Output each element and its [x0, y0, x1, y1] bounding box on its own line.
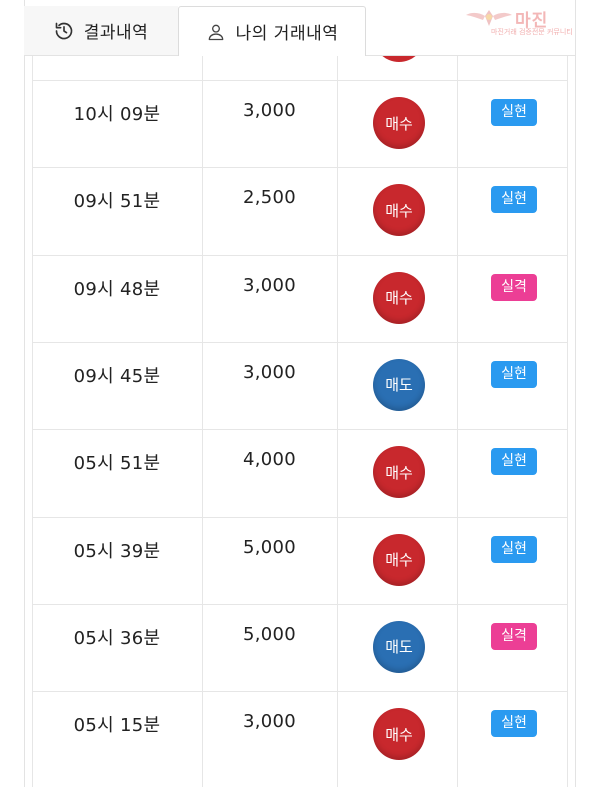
trade-amount: 3,000: [242, 100, 297, 121]
result-badge: 실현: [491, 99, 537, 126]
table-row: 10시 09분 3,000 매수 실현: [32, 80, 568, 167]
table-row: 05시 39분 5,000 매수 실현: [32, 516, 568, 604]
result-badge: 실현: [491, 710, 537, 738]
history-icon: [54, 21, 74, 41]
trade-amount: 4,000: [242, 449, 297, 471]
buy-side-badge: 매수: [373, 97, 425, 149]
buy-side-badge: 매수: [373, 446, 425, 499]
trade-time: 05시 36분: [73, 627, 161, 649]
trade-time: 09시 51분: [73, 191, 161, 213]
trade-time: 10시 09분: [73, 104, 161, 125]
sell-side-badge: 매도: [373, 620, 425, 673]
trade-amount: 3,000: [242, 274, 297, 296]
logo-subtitle: 마진거래 검증전문 커뮤니티: [491, 28, 573, 36]
user-icon: [206, 22, 226, 42]
result-badge: 실현: [491, 535, 537, 563]
buy-side-badge: 매수: [373, 533, 425, 586]
table-row: 09시 45분 3,000 매도 실현: [32, 341, 568, 429]
tab-my-trades-label: 나의 거래내역: [235, 24, 339, 44]
trade-time: 05시 15분: [73, 715, 161, 737]
side-circle: [373, 56, 425, 62]
table-row: 05시 51분 4,000 매수 실현: [32, 429, 568, 516]
trade-time: 09시 45분: [73, 365, 161, 387]
buy-side-badge: 매수: [373, 271, 425, 324]
table-row-partial: [32, 56, 568, 80]
buy-side-badge: 매수: [373, 184, 425, 237]
result-badge: 실현: [491, 448, 537, 476]
trade-amount: 5,000: [242, 536, 297, 558]
site-logo: 마진 마진거래 검증전문 커뮤니티: [465, 4, 595, 38]
tab-results-label: 결과내역: [83, 23, 149, 43]
trade-time: 05시 51분: [73, 453, 161, 475]
sell-side-badge: 매도: [373, 358, 425, 411]
table-row: 09시 48분 3,000 매수 실격: [32, 254, 568, 342]
result-badge: 실격: [491, 622, 537, 650]
tab-results[interactable]: 결과내역: [24, 6, 178, 56]
table-row: 05시 36분 5,000 매도 실격: [32, 603, 568, 691]
trade-amount: 3,000: [242, 711, 297, 733]
trade-time: 09시 48분: [73, 278, 161, 300]
result-badge: 실현: [491, 360, 537, 388]
result-badge: 실격: [491, 273, 537, 301]
buy-side-badge: 매수: [373, 708, 425, 761]
result-badge: 실현: [491, 186, 537, 214]
trade-amount: 3,000: [242, 361, 297, 383]
trade-amount: 2,500: [242, 187, 297, 209]
table-row: 09시 51분 2,500 매수 실현: [32, 167, 568, 254]
tab-my-trades[interactable]: 나의 거래내역: [178, 6, 366, 56]
trade-amount: 5,000: [242, 623, 297, 645]
table-row: 05시 15분 3,000 매수 실현: [32, 691, 568, 778]
trade-time: 05시 39분: [73, 540, 161, 562]
